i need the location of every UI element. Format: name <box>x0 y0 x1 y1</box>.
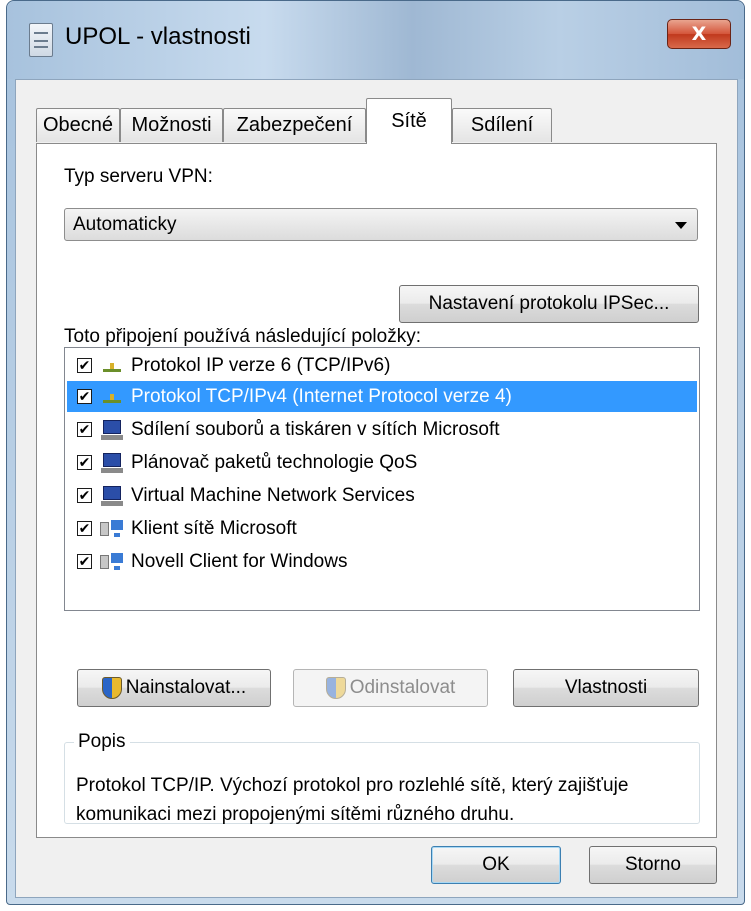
vpn-type-value: Automaticky <box>73 214 177 235</box>
description-label: Popis <box>74 731 130 753</box>
checkbox-ms-client[interactable]: ✔ <box>77 521 92 536</box>
list-item-label: Novell Client for Windows <box>131 550 348 572</box>
network-protocol-icon <box>100 386 124 408</box>
shield-icon <box>325 677 346 699</box>
list-item-novell-client[interactable]: ✔ Novell Client for Windows <box>67 546 697 577</box>
items-label: Toto připojení používá následující polož… <box>64 326 421 347</box>
chevron-down-icon <box>675 222 687 229</box>
list-item-label: Virtual Machine Network Services <box>131 484 415 506</box>
networking-panel: Typ serveru VPN: Automaticky Nastavení p… <box>36 143 717 838</box>
close-button[interactable]: X <box>667 19 731 49</box>
connection-icon <box>29 23 53 57</box>
ipsec-settings-button[interactable]: Nastavení protokolu IPSec... <box>399 285 699 323</box>
window-title: UPOL - vlastnosti <box>65 23 251 50</box>
vpn-type-label: Typ serveru VPN: <box>64 166 213 187</box>
list-item-vm-network[interactable]: ✔ Virtual Machine Network Services <box>67 480 697 511</box>
ok-button[interactable]: OK <box>431 846 561 884</box>
list-item-ipv4[interactable]: ✔ Protokol TCP/IPv4 (Internet Protocol v… <box>67 381 697 412</box>
computer-icon <box>100 419 124 441</box>
list-item-qos[interactable]: ✔ Plánovač paketů technologie QoS <box>67 447 697 478</box>
tab-security[interactable]: Zabezpečení <box>223 108 366 142</box>
list-item-ipv6[interactable]: ✔ Protokol IP verze 6 (TCP/IPv6) <box>67 350 697 381</box>
list-item-label: Klient sítě Microsoft <box>131 517 297 539</box>
items-list[interactable]: ✔ Protokol IP verze 6 (TCP/IPv6) ✔ Proto… <box>64 347 700 611</box>
cancel-button[interactable]: Storno <box>589 846 717 884</box>
tab-networking[interactable]: Sítě <box>366 98 452 144</box>
vpn-type-select[interactable]: Automaticky <box>64 208 698 241</box>
properties-button[interactable]: Vlastnosti <box>513 669 699 707</box>
dialog-body: Obecné Možnosti Zabezpečení Sítě Sdílení… <box>15 79 738 898</box>
network-client-icon <box>100 518 124 540</box>
computer-icon <box>100 452 124 474</box>
list-item-label: Plánovač paketů technologie QoS <box>131 451 418 473</box>
network-protocol-icon <box>100 355 124 377</box>
network-client-icon <box>100 551 124 573</box>
uninstall-label: Odinstalovat <box>349 677 456 698</box>
computer-icon <box>100 485 124 507</box>
list-item-file-sharing[interactable]: ✔ Sdílení souborů a tiskáren v sítích Mi… <box>67 414 697 445</box>
list-item-label: Protokol TCP/IPv4 (Internet Protocol ver… <box>131 385 512 407</box>
checkbox-file-sharing[interactable]: ✔ <box>77 422 92 437</box>
tab-options[interactable]: Možnosti <box>120 108 223 142</box>
uninstall-button[interactable]: Odinstalovat <box>293 669 488 707</box>
tab-sharing[interactable]: Sdílení <box>452 108 552 142</box>
list-item-ms-client[interactable]: ✔ Klient sítě Microsoft <box>67 513 697 544</box>
checkbox-novell-client[interactable]: ✔ <box>77 554 92 569</box>
tab-general[interactable]: Obecné <box>36 108 120 142</box>
checkbox-ipv4[interactable]: ✔ <box>77 389 92 404</box>
close-icon: X <box>691 23 707 45</box>
checkbox-ipv6[interactable]: ✔ <box>77 358 92 373</box>
list-item-label: Protokol IP verze 6 (TCP/IPv6) <box>131 354 391 376</box>
description-text: Protokol TCP/IP. Výchozí protokol pro ro… <box>76 775 629 825</box>
shield-icon <box>101 677 122 699</box>
install-label: Nainstalovat... <box>125 677 247 698</box>
checkbox-qos[interactable]: ✔ <box>77 455 92 470</box>
checkbox-vm-network[interactable]: ✔ <box>77 488 92 503</box>
list-item-label: Sdílení souborů a tiskáren v sítích Micr… <box>131 418 500 440</box>
install-button[interactable]: Nainstalovat... <box>77 669 271 707</box>
title-bar[interactable]: UPOL - vlastnosti X <box>7 1 744 79</box>
properties-window: UPOL - vlastnosti X Obecné Možnosti Zabe… <box>6 0 745 905</box>
